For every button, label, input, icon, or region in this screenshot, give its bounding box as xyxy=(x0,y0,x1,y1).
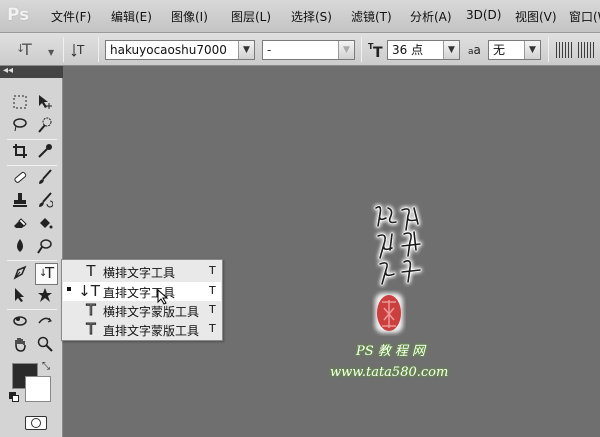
path-selection-tool-icon[interactable] xyxy=(10,287,30,307)
red-seal-stamp xyxy=(375,293,403,333)
chevron-down-icon[interactable]: ▼ xyxy=(238,41,254,59)
flyout-item-shortcut: T xyxy=(209,322,216,335)
flyout-item-label: 横排文字工具 xyxy=(103,266,176,280)
separator xyxy=(7,260,57,261)
antialias-symbol: a xyxy=(473,43,481,57)
selected-bullet-icon xyxy=(67,287,71,291)
quick-selection-tool-icon[interactable] xyxy=(35,117,55,137)
menu-image[interactable]: 图像(I) xyxy=(171,8,208,25)
flyout-item-label: 直排文字蒙版工具 xyxy=(103,324,200,338)
blur-tool-icon[interactable] xyxy=(10,238,30,258)
chevron-down-icon[interactable]: ▼ xyxy=(443,41,459,59)
font-size-value: 36 点 xyxy=(392,43,424,57)
chevron-down-icon: ▼ xyxy=(48,48,55,57)
brush-tool-icon[interactable] xyxy=(35,169,55,189)
flyout-item-label: 横排文字蒙版工具 xyxy=(103,305,200,319)
site-name-text: PS 教 程 网 xyxy=(356,344,426,359)
svg-text:T: T xyxy=(76,43,85,57)
flyout-item-shortcut: T xyxy=(209,303,216,316)
marquee-tool-icon[interactable] xyxy=(10,94,30,114)
options-bar: T ↓ ▼ T hakuyocaoshu7000 ▼ - ▼ T T 36 点 … xyxy=(0,33,600,66)
font-family-select[interactable]: hakuyocaoshu7000 ▼ xyxy=(105,40,255,60)
3d-orbit-tool-icon[interactable] xyxy=(35,313,55,333)
move-tool-icon[interactable] xyxy=(35,94,55,114)
toolbox: ◂◂ ↓ T ⤡ xyxy=(0,65,63,437)
tool-preset-picker[interactable]: T ↓ ▼ xyxy=(14,40,60,60)
change-text-orientation-icon[interactable]: T xyxy=(71,41,91,59)
3d-rotate-tool-icon[interactable] xyxy=(10,313,30,333)
hand-tool-icon[interactable] xyxy=(10,336,30,356)
chevron-down-icon[interactable]: ▼ xyxy=(524,41,540,59)
flyout-item-horizontal-type[interactable]: T 横排文字工具 T xyxy=(63,262,221,281)
separator xyxy=(63,37,64,62)
menu-window[interactable]: 窗口(W) xyxy=(569,8,600,25)
svg-text:T: T xyxy=(373,45,383,59)
menu-bar: Ps 文件(F) 编辑(E) 图像(I) 图层(L) 选择(S) 滤镜(T) 分… xyxy=(0,0,600,33)
flyout-item-vertical-type[interactable]: ↓T 直排文字工具 T xyxy=(63,282,221,301)
separator xyxy=(7,309,57,310)
menu-3d[interactable]: 3D(D) xyxy=(466,8,501,22)
collapse-icon[interactable]: ◂◂ xyxy=(3,65,13,76)
vertical-type-mask-icon: T xyxy=(86,320,96,339)
separator xyxy=(548,37,549,62)
separator xyxy=(361,37,362,62)
horizontal-type-mask-icon: T xyxy=(86,301,96,320)
flyout-item-horizontal-type-mask[interactable]: T 横排文字蒙版工具 T xyxy=(63,301,221,320)
separator xyxy=(98,37,99,62)
down-arrow-icon: ↓ xyxy=(16,42,26,55)
photoshop-logo: Ps xyxy=(7,5,30,25)
separator xyxy=(7,139,57,140)
vertical-type-tool-button[interactable]: ↓ T xyxy=(35,263,58,285)
flyout-item-shortcut: T xyxy=(209,264,216,277)
zoom-tool-icon[interactable] xyxy=(35,336,55,356)
menu-filter[interactable]: 滤镜(T) xyxy=(351,8,392,25)
flyout-item-shortcut: T xyxy=(209,284,216,297)
menu-layer[interactable]: 图层(L) xyxy=(231,8,271,25)
toolbox-header[interactable]: ◂◂ xyxy=(0,65,63,78)
flyout-item-vertical-type-mask[interactable]: T 直排文字蒙版工具 T xyxy=(63,320,221,339)
font-size-select[interactable]: 36 点 ▼ xyxy=(387,40,460,60)
pen-tool-icon[interactable] xyxy=(10,264,30,284)
type-icon: T xyxy=(45,264,55,282)
antialias-value: 无 xyxy=(493,43,506,57)
crop-tool-icon[interactable] xyxy=(10,143,30,163)
vertical-type-icon: ↓T xyxy=(78,282,100,300)
align-top-button[interactable] xyxy=(556,42,572,58)
font-family-value: hakuyocaoshu7000 xyxy=(110,43,227,57)
antialias-icon: aa xyxy=(468,43,481,57)
clone-stamp-tool-icon[interactable] xyxy=(10,192,30,212)
swap-colors-icon[interactable]: ⤡ xyxy=(42,361,50,372)
quick-mask-icon xyxy=(31,418,41,428)
menu-analysis[interactable]: 分析(A) xyxy=(410,8,452,25)
font-style-select[interactable]: - ▼ xyxy=(262,40,355,60)
healing-brush-tool-icon[interactable] xyxy=(10,169,30,189)
paint-bucket-tool-icon[interactable] xyxy=(35,215,55,235)
quick-mask-button[interactable] xyxy=(25,416,47,430)
default-colors-icon[interactable] xyxy=(9,392,19,402)
separator xyxy=(7,165,57,166)
calligraphy-artwork xyxy=(374,205,422,286)
history-brush-tool-icon[interactable] xyxy=(35,192,55,212)
lasso-tool-icon[interactable] xyxy=(10,117,30,137)
horizontal-type-icon: T xyxy=(86,262,96,280)
menu-view[interactable]: 视图(V) xyxy=(515,8,557,25)
menu-select[interactable]: 选择(S) xyxy=(291,8,332,25)
custom-shape-tool-icon[interactable] xyxy=(35,287,55,307)
antialias-select[interactable]: 无 ▼ xyxy=(488,40,541,60)
type-tool-flyout-menu: T 横排文字工具 T ↓T 直排文字工具 T T 横排文字蒙版工具 T T 直排… xyxy=(61,259,223,341)
font-style-value: - xyxy=(267,43,272,57)
eyedropper-tool-icon[interactable] xyxy=(35,143,55,163)
background-color-swatch[interactable] xyxy=(25,376,51,402)
menu-edit[interactable]: 编辑(E) xyxy=(111,8,152,25)
dodge-tool-icon[interactable] xyxy=(35,238,55,258)
mouse-cursor-icon xyxy=(157,289,169,305)
font-size-icon: T T xyxy=(368,41,388,63)
menu-file[interactable]: 文件(F) xyxy=(51,8,91,25)
site-url-text: www.tata580.com xyxy=(330,365,449,380)
chevron-down-icon[interactable]: ▼ xyxy=(338,41,354,59)
align-center-button[interactable] xyxy=(578,42,594,58)
eraser-tool-icon[interactable] xyxy=(10,215,30,235)
